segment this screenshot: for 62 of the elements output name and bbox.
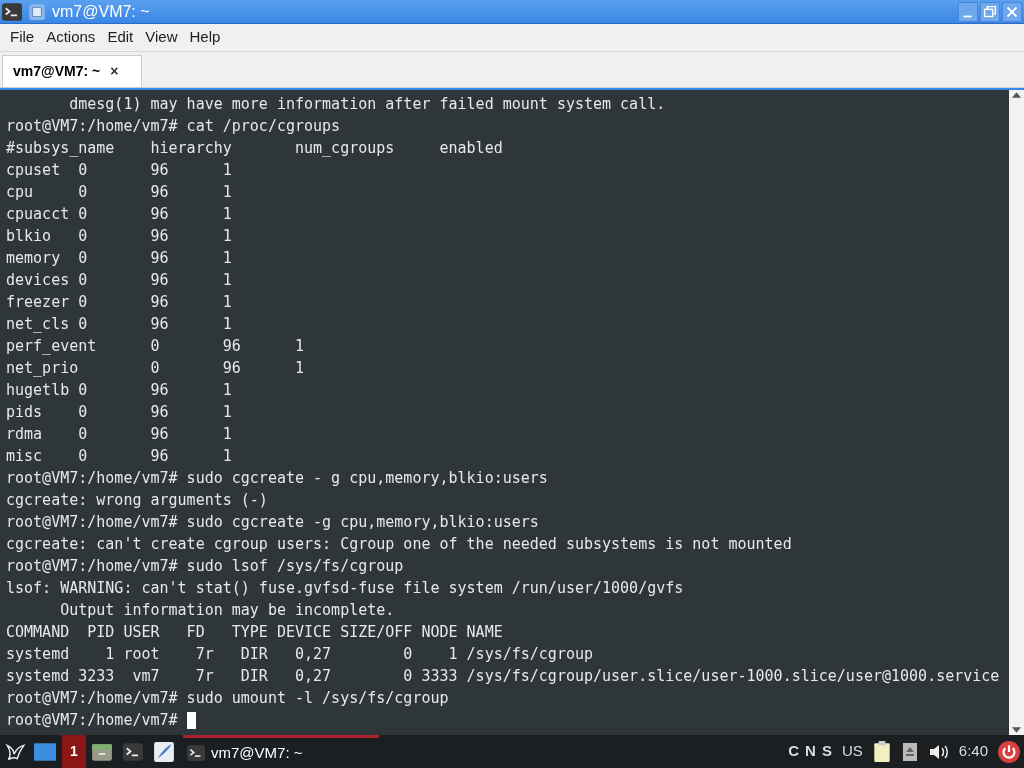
terminal-line: Output information may be incomplete. <box>59 600 395 621</box>
menu-item[interactable]: File <box>4 26 41 49</box>
menu-item[interactable]: View <box>139 26 184 49</box>
menu-item[interactable]: Actions <box>40 26 102 49</box>
terminal-line: net_prio 0 96 1 <box>6 358 304 379</box>
scroll-up-icon[interactable] <box>1012 92 1021 98</box>
terminal-line: cpu 0 96 1 <box>6 182 232 203</box>
keyboard-layout[interactable]: US <box>841 740 863 763</box>
scrollbar[interactable] <box>1009 90 1024 735</box>
terminal-line: systemd 3233 vm7 7r DIR 0,27 0 3333 /sys/fs/cgroup/user.slice/user-1000.slice/user@1000.service <box>6 666 1000 687</box>
quill-icon[interactable] <box>153 740 175 763</box>
terminal-icon <box>187 744 205 762</box>
maximize-icon[interactable] <box>980 1 1000 22</box>
terminal-line: root@VM7:/home/vm7# sudo umount -l /sys/fs/cgroup <box>6 688 449 709</box>
terminal-icon <box>122 741 144 762</box>
eject-icon[interactable] <box>902 742 917 761</box>
clock[interactable]: 6:40 <box>958 740 988 763</box>
taskbar-task[interactable]: vm7@VM7: ~ <box>183 735 379 768</box>
terminal-line: cpuacct 0 96 1 <box>6 204 232 225</box>
terminal-line: cgcreate: wrong arguments (-) <box>6 490 268 511</box>
terminal-line: cpuset 0 96 1 <box>6 160 232 181</box>
terminal-line: root@VM7:/home/vm7# sudo lsof /sys/fs/cgroup <box>6 556 404 577</box>
terminal-line: hugetlb 0 96 1 <box>6 380 232 401</box>
terminal-line: lsof: WARNING: can't stat() fuse.gvfsd-fuse file system /run/user/1000/gvfs <box>6 578 684 599</box>
menu-item[interactable]: Help <box>183 26 227 49</box>
terminal-line: misc 0 96 1 <box>6 446 232 467</box>
workspace-number[interactable]: 1 <box>62 735 86 768</box>
close-icon[interactable] <box>1002 1 1022 22</box>
terminal-line: #subsys_name hierarchy num_cgroups enabled <box>6 138 503 159</box>
lock-indicator: N <box>805 741 816 762</box>
menu-item[interactable]: Edit <box>101 26 140 49</box>
terminal-line: root@VM7:/home/vm7# cat /proc/cgroups <box>6 116 341 137</box>
terminal-tab[interactable]: vm7@VM7: ~ × <box>2 55 142 87</box>
terminal-icon <box>2 1 22 22</box>
scroll-down-icon[interactable] <box>1012 727 1021 733</box>
terminal-line: COMMAND PID USER FD TYPE DEVICE SIZE/OFF NODE NAME <box>6 622 503 643</box>
lock-indicator: C <box>788 741 800 762</box>
volume-icon[interactable] <box>928 743 949 760</box>
clipboard-icon[interactable] <box>872 740 891 763</box>
file-manager-icon[interactable] <box>91 741 113 762</box>
tab-label: vm7@VM7: ~ <box>13 62 101 81</box>
terminal-line: dmesg(1) may have more information after failed mount system call. <box>68 94 666 115</box>
window-menu-icon[interactable] <box>28 2 46 21</box>
task-label: vm7@VM7: ~ <box>211 742 303 763</box>
tab-close-button[interactable]: × <box>110 61 119 82</box>
terminal-line: pids 0 96 1 <box>6 402 232 423</box>
desktop-icon[interactable] <box>34 742 56 761</box>
terminal-line: devices 0 96 1 <box>6 270 232 291</box>
power-icon[interactable] <box>998 740 1020 763</box>
terminal-line: net_cls 0 96 1 <box>6 314 232 335</box>
terminal-line: cgcreate: can't create cgroup users: Cgroup one of the needed subsystems is not mounted <box>6 534 792 555</box>
terminal-line: root@VM7:/home/vm7# sudo cgcreate - g cpu,memory,blkio:users <box>6 468 548 489</box>
lock-indicator: S <box>821 741 832 762</box>
terminal-line: freezer 0 96 1 <box>6 292 232 313</box>
window-title: vm7@VM7: ~ <box>52 1 150 22</box>
terminal-line: perf_event 0 96 1 <box>6 336 304 357</box>
terminal-line: memory 0 96 1 <box>6 248 232 269</box>
terminal-line: blkio 0 96 1 <box>6 226 232 247</box>
terminal-line: rdma 0 96 1 <box>6 424 232 445</box>
terminal-line: root@VM7:/home/vm7# sudo cgcreate -g cpu,memory,blkio:users <box>6 512 539 533</box>
terminal-line: systemd 1 root 7r DIR 0,27 0 1 /sys/fs/cgroup <box>6 644 593 665</box>
terminal-line: root@VM7:/home/vm7# <box>6 710 179 731</box>
